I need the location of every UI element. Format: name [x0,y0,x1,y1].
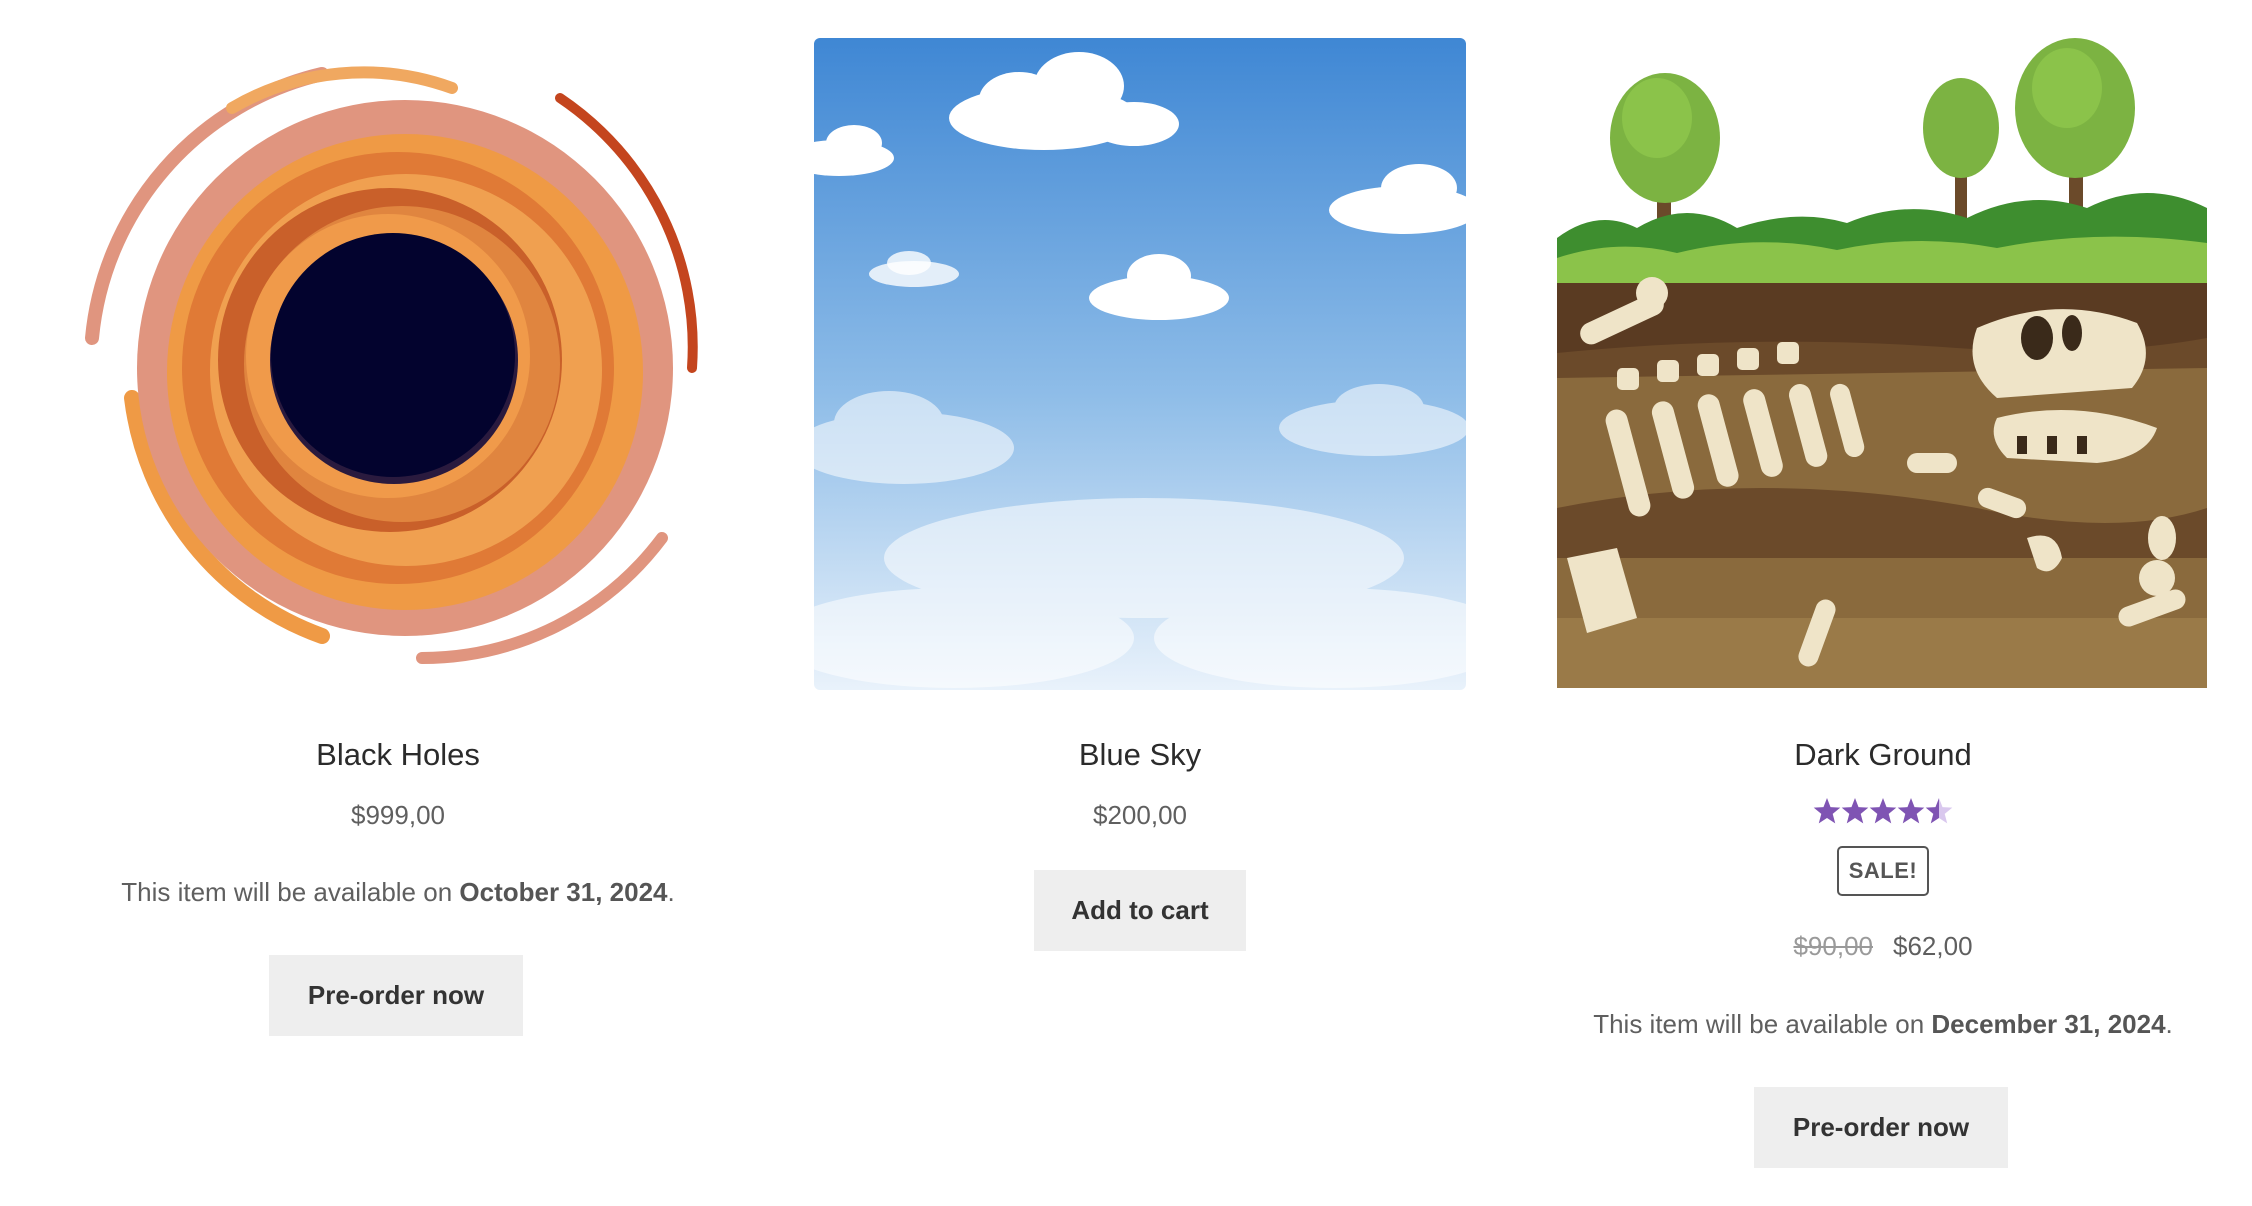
blue-sky-image [814,38,1466,690]
star-icon [1925,798,1953,824]
product-image-link[interactable] [814,38,1466,690]
star-icon [1813,798,1841,824]
availability-suffix: . [667,877,675,907]
product-title[interactable]: Black Holes [72,732,724,778]
sale-badge: SALE! [1837,846,1929,896]
availability-text: This item will be available on [1593,1009,1932,1039]
product-price: $999,00 [351,800,445,830]
availability-note: This item will be available on October 3… [72,872,724,912]
availability-suffix: . [2165,1009,2173,1039]
pre-order-button[interactable]: Pre-order now [269,955,523,1036]
availability-date: December 31, 2024 [1931,1009,2166,1039]
pre-order-button[interactable]: Pre-order now [1754,1087,2008,1168]
sale-price: $62,00 [1893,931,1973,961]
availability-note: This item will be available on December … [1557,1004,2209,1044]
black-hole-image [85,66,698,664]
availability-text: This item will be available on [121,877,460,907]
product-price: $200,00 [1093,800,1187,830]
rating-stars-icon [1813,798,1953,824]
product-price: $90,00 $62,00 [1557,926,2209,966]
dinosaur-fossil-ground-image [1557,38,2207,688]
star-icon [1869,798,1897,824]
star-icon [1841,798,1869,824]
star-rating [1557,796,2209,832]
availability-date: October 31, 2024 [459,877,668,907]
product-image-link[interactable] [1557,38,2209,690]
product-image-link[interactable] [72,38,724,690]
regular-price: $90,00 [1793,931,1873,961]
product-title[interactable]: Blue Sky [814,732,1466,778]
add-to-cart-button[interactable]: Add to cart [1034,870,1246,951]
product-grid: Black Holes $999,00 This item will be av… [0,0,2252,1206]
star-icon [1897,798,1925,824]
product-title[interactable]: Dark Ground [1557,732,2209,778]
